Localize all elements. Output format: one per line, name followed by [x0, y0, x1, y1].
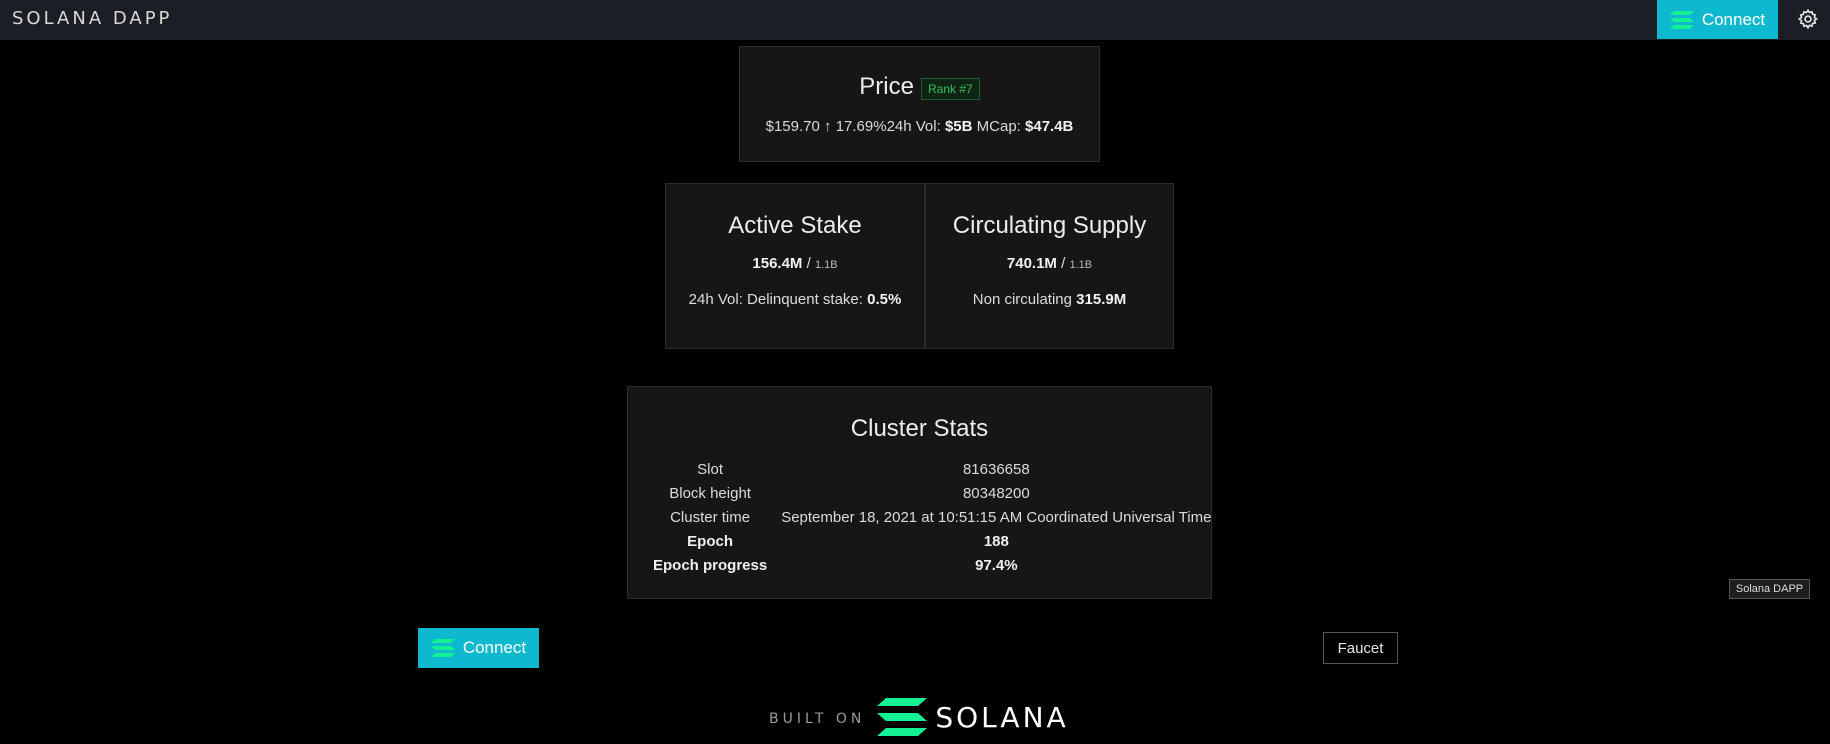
- delinquent-stake: 24h Vol: Delinquent stake: 0.5%: [666, 291, 924, 308]
- solana-wordmark: SOLANA: [935, 700, 1069, 734]
- faucet-button[interactable]: Faucet: [1323, 632, 1398, 664]
- stat-label: Epoch: [687, 532, 734, 550]
- solana-logo-icon: [430, 639, 455, 657]
- active-stake-card: Active Stake 156.4M / 1.1B 24h Vol: Deli…: [665, 183, 925, 349]
- price-card: Price Rank #7 $159.70 ↑ 17.69%24h Vol: $…: [739, 46, 1100, 162]
- mcap-label: MCap:: [976, 118, 1021, 135]
- stake-amount-value: 156.4M: [752, 255, 803, 272]
- cluster-stats-title: Cluster Stats: [850, 415, 989, 442]
- tooltip: Solana DAPP: [1729, 579, 1810, 599]
- stat-value: 80348200: [962, 484, 1030, 502]
- stat-label: Slot: [697, 460, 724, 478]
- table-row: Epoch 188: [646, 529, 1218, 553]
- price-title: Price: [859, 73, 914, 100]
- non-circulating-label: Non circulating: [972, 291, 1072, 308]
- active-stake-amount: 156.4M / 1.1B: [666, 255, 924, 272]
- top-navbar: SOLANA DAPP Connect: [0, 0, 1830, 40]
- built-on-solana-logo[interactable]: BUILT ON SOLANA: [769, 697, 1072, 737]
- solana-logo-icon: [877, 698, 928, 736]
- stat-value: 81636658: [962, 460, 1030, 478]
- connect-label: Connect: [462, 638, 527, 657]
- supply-amount-value: 740.1M: [1006, 255, 1057, 272]
- active-stake-title: Active Stake: [728, 212, 862, 239]
- circulating-supply-amount: 740.1M / 1.1B: [926, 255, 1173, 272]
- supply-separator: /: [1061, 255, 1066, 272]
- stat-label: Cluster time: [670, 508, 751, 526]
- circulating-supply-card: Circulating Supply 740.1M / 1.1B Non cir…: [925, 183, 1174, 349]
- stat-value: 188: [983, 532, 1009, 550]
- price-summary: $159.70 ↑ 17.69%24h Vol: $5B MCap: $47.4…: [740, 118, 1099, 135]
- arrow-up-icon: ↑: [824, 118, 832, 135]
- cluster-stats-table: Slot 81636658 Block height 80348200 Clus…: [646, 457, 1218, 577]
- rank-badge: Rank #7: [920, 77, 980, 100]
- volume-label: 24h Vol:: [886, 118, 941, 135]
- built-on-label: BUILT ON: [769, 711, 866, 727]
- non-circulating-value: 315.9M: [1076, 291, 1127, 308]
- brand-title[interactable]: SOLANA DAPP: [12, 8, 172, 29]
- price-value: $159.70: [765, 118, 820, 135]
- stake-total: 1.1B: [814, 259, 838, 271]
- connect-wallet-button-bottom[interactable]: Connect: [418, 628, 539, 668]
- delinquent-value: 0.5%: [867, 291, 902, 308]
- table-row: Slot 81636658: [646, 457, 1218, 481]
- price-change: 17.69%: [835, 118, 887, 135]
- supply-total: 1.1B: [1069, 259, 1093, 271]
- stat-value: 97.4%: [975, 556, 1018, 574]
- circulating-supply-title: Circulating Supply: [952, 212, 1147, 239]
- table-row: Epoch progress 97.4%: [646, 553, 1218, 577]
- connect-label: Connect: [1701, 9, 1766, 29]
- gear-icon[interactable]: [1797, 8, 1819, 30]
- stat-label: Block height: [669, 484, 751, 502]
- stake-separator: /: [806, 255, 811, 272]
- non-circulating: Non circulating 315.9M: [926, 291, 1173, 308]
- solana-logo-icon: [1669, 10, 1694, 29]
- delinquent-label: 24h Vol: Delinquent stake:: [688, 291, 863, 308]
- volume-value: $5B: [944, 118, 973, 135]
- stat-value: September 18, 2021 at 10:51:15 AM Coordi…: [781, 508, 1212, 526]
- table-row: Cluster time September 18, 2021 at 10:51…: [646, 505, 1218, 529]
- cluster-stats-card: Cluster Stats Slot 81636658 Block height…: [627, 386, 1212, 599]
- table-row: Block height 80348200: [646, 481, 1218, 505]
- mcap-value: $47.4B: [1025, 118, 1074, 135]
- stat-label: Epoch progress: [653, 556, 768, 574]
- connect-wallet-button[interactable]: Connect: [1657, 0, 1778, 39]
